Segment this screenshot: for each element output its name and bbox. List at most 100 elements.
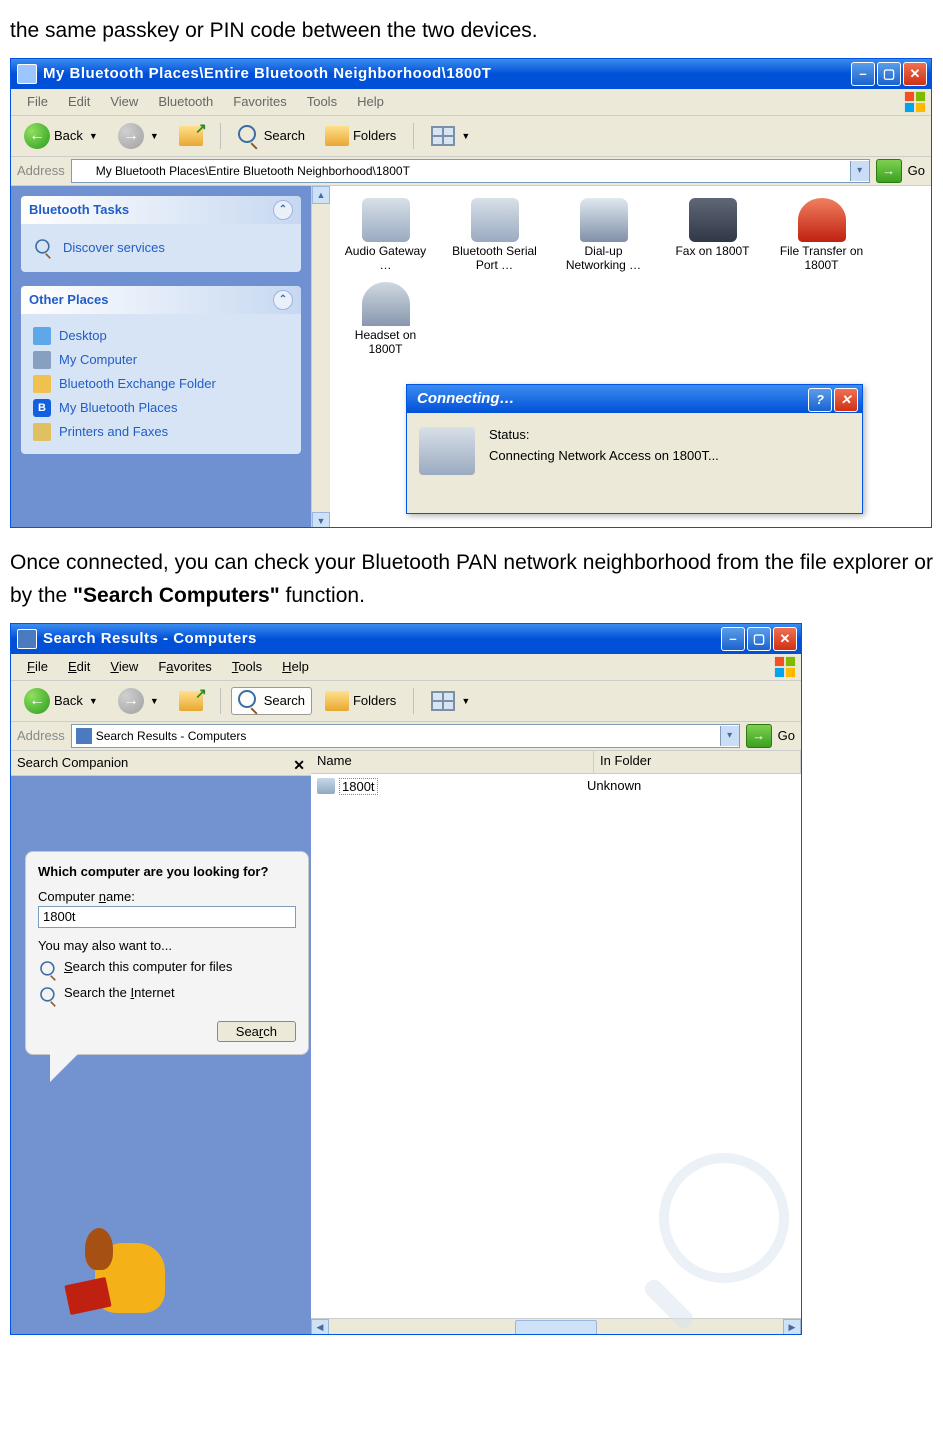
device-file-transfer[interactable]: File Transfer on 1800T <box>774 198 869 272</box>
separator <box>220 123 221 149</box>
folders-button[interactable]: Folders <box>318 688 403 714</box>
menu-help[interactable]: Help <box>272 657 319 676</box>
help-button[interactable]: ? <box>808 388 832 412</box>
device-audio-gateway[interactable]: Audio Gateway … <box>338 198 433 272</box>
search-button[interactable]: Search <box>231 122 312 150</box>
search-button[interactable]: Search <box>217 1021 296 1042</box>
separator <box>220 688 221 714</box>
dialog-close-button[interactable]: ✕ <box>834 388 858 412</box>
chevron-up-icon[interactable]: ⌃ <box>273 290 293 310</box>
status-message: Connecting Network Access on 1800T... <box>489 448 719 463</box>
close-button[interactable]: ✕ <box>773 627 797 651</box>
menu-view[interactable]: View <box>100 657 148 676</box>
address-input[interactable]: Search Results - Computers ▾ <box>71 724 740 748</box>
balloon-tail <box>50 1052 80 1082</box>
menu-bluetooth[interactable]: Bluetooth <box>148 92 223 111</box>
up-button[interactable] <box>172 123 210 149</box>
address-input[interactable]: My Bluetooth Places\Entire Bluetooth Nei… <box>71 159 870 183</box>
maximize-button[interactable]: ▢ <box>747 627 771 651</box>
close-pane-button[interactable]: ✕ <box>293 753 305 777</box>
window-title: My Bluetooth Places\Entire Bluetooth Nei… <box>43 65 491 82</box>
scrollbar[interactable]: ▲ ▼ <box>311 186 330 528</box>
horizontal-scrollbar[interactable]: ◀ ▶ <box>311 1318 801 1335</box>
dialog-titlebar[interactable]: Connecting… ? ✕ <box>407 385 862 413</box>
scroll-up-icon[interactable]: ▲ <box>312 186 330 204</box>
fax-icon <box>689 198 737 242</box>
device-dialup[interactable]: Dial-up Networking … <box>556 198 651 272</box>
search-results-window: Search Results - Computers – ▢ ✕ File Ed… <box>10 623 802 1335</box>
bt-exchange-link[interactable]: Bluetooth Exchange Folder <box>33 372 289 396</box>
titlebar[interactable]: My Bluetooth Places\Entire Bluetooth Nei… <box>11 59 931 89</box>
my-computer-label: My Computer <box>59 352 137 367</box>
forward-arrow-icon: → <box>118 688 144 714</box>
folders-button[interactable]: Folders <box>318 123 403 149</box>
column-headers: Name In Folder <box>311 751 801 774</box>
search-internet-label: Search the Internet <box>64 985 175 1000</box>
folder-icon <box>33 375 51 393</box>
maximize-button[interactable]: ▢ <box>877 62 901 86</box>
menu-help[interactable]: Help <box>347 92 394 111</box>
forward-dropdown-icon[interactable]: ▼ <box>150 131 159 141</box>
printers-link[interactable]: Printers and Faxes <box>33 420 289 444</box>
menu-tools[interactable]: Tools <box>297 92 347 111</box>
menu-file[interactable]: File <box>17 92 58 111</box>
back-button[interactable]: ← Back ▼ <box>17 685 105 717</box>
menu-tools[interactable]: Tools <box>222 657 272 676</box>
scroll-left-icon[interactable]: ◀ <box>311 1319 329 1335</box>
search-internet-option[interactable]: Search the Internet <box>38 985 296 1005</box>
search-companion-pane: Search Companion ✕ Which computer are yo… <box>11 751 311 1335</box>
forward-button[interactable]: → ▼ <box>111 120 166 152</box>
menu-favorites[interactable]: Favorites <box>148 657 221 676</box>
address-dropdown-icon[interactable]: ▾ <box>850 161 869 181</box>
minimize-button[interactable]: – <box>721 627 745 651</box>
toolbar: ← Back ▼ → ▼ Search Folders ▼ <box>11 116 931 157</box>
go-button[interactable]: → <box>876 159 902 183</box>
forward-button[interactable]: → ▼ <box>111 685 166 717</box>
up-button[interactable] <box>172 688 210 714</box>
views-button[interactable]: ▼ <box>424 688 477 714</box>
search-files-option[interactable]: Search this computer for files <box>38 959 296 979</box>
search-button[interactable]: Search <box>231 687 312 715</box>
scroll-track[interactable] <box>329 1320 783 1335</box>
menu-edit[interactable]: Edit <box>58 92 100 111</box>
go-label: Go <box>778 728 795 743</box>
back-dropdown-icon[interactable]: ▼ <box>89 131 98 141</box>
magnify-watermark-icon <box>629 1153 789 1313</box>
computer-name-input[interactable] <box>38 906 296 928</box>
computer-icon <box>33 351 51 369</box>
menu-file[interactable]: File <box>17 657 58 676</box>
go-button[interactable]: → <box>746 724 772 748</box>
device-fax[interactable]: Fax on 1800T <box>665 198 760 272</box>
back-dropdown-icon[interactable]: ▼ <box>89 696 98 706</box>
back-button[interactable]: ← Back ▼ <box>17 120 105 152</box>
column-name[interactable]: Name <box>311 751 594 773</box>
views-dropdown-icon[interactable]: ▼ <box>461 131 470 141</box>
forward-dropdown-icon[interactable]: ▼ <box>150 696 159 706</box>
addressbar: Address Search Results - Computers ▾ → G… <box>11 722 801 751</box>
scroll-thumb[interactable] <box>515 1320 597 1335</box>
windows-logo-icon <box>903 91 927 113</box>
menu-edit[interactable]: Edit <box>58 657 100 676</box>
bluetooth-tasks-header[interactable]: Bluetooth Tasks ⌃ <box>21 196 301 224</box>
search-results-icon <box>76 728 92 744</box>
scroll-down-icon[interactable]: ▼ <box>312 512 330 528</box>
views-dropdown-icon[interactable]: ▼ <box>461 696 470 706</box>
menu-favorites[interactable]: Favorites <box>223 92 296 111</box>
device-headset[interactable]: Headset on 1800T <box>338 282 433 356</box>
titlebar[interactable]: Search Results - Computers – ▢ ✕ <box>11 624 801 654</box>
views-button[interactable]: ▼ <box>424 123 477 149</box>
menu-view[interactable]: View <box>100 92 148 111</box>
discover-services-link[interactable]: Discover services <box>33 234 289 262</box>
chevron-up-icon[interactable]: ⌃ <box>273 200 293 220</box>
scroll-right-icon[interactable]: ▶ <box>783 1319 801 1335</box>
minimize-button[interactable]: – <box>851 62 875 86</box>
device-serial-port[interactable]: Bluetooth Serial Port … <box>447 198 542 272</box>
close-button[interactable]: ✕ <box>903 62 927 86</box>
desktop-link[interactable]: Desktop <box>33 324 289 348</box>
other-places-header[interactable]: Other Places ⌃ <box>21 286 301 314</box>
address-dropdown-icon[interactable]: ▾ <box>720 726 739 746</box>
my-bt-places-link[interactable]: BMy Bluetooth Places <box>33 396 289 420</box>
my-computer-link[interactable]: My Computer <box>33 348 289 372</box>
column-in-folder[interactable]: In Folder <box>594 751 801 773</box>
result-row[interactable]: 1800t Unknown <box>311 774 801 799</box>
